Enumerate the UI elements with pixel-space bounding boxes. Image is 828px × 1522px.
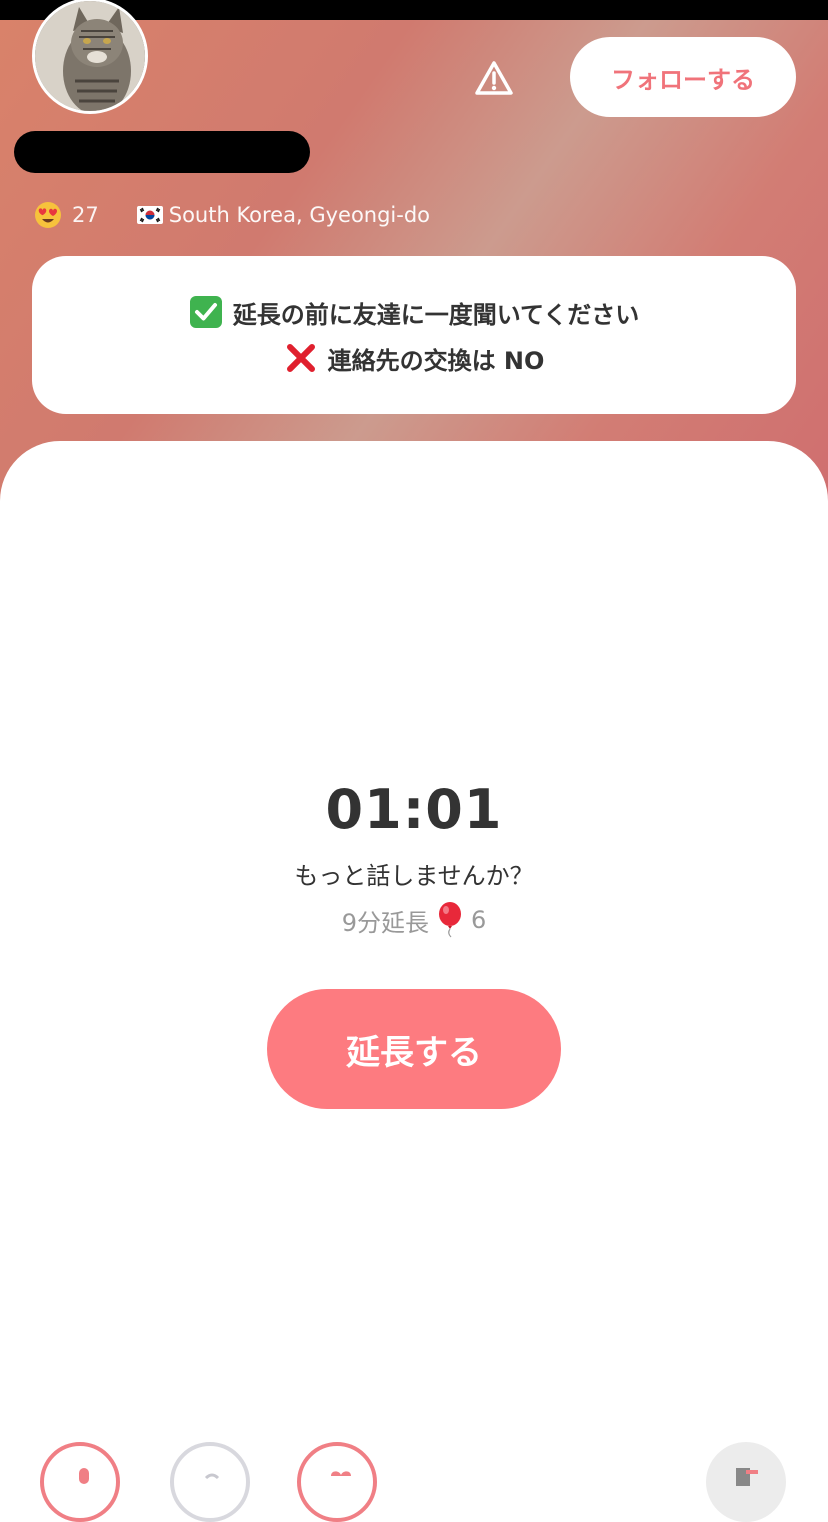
report-button[interactable] xyxy=(470,54,518,102)
microphone-icon xyxy=(79,1468,89,1484)
cross-mark-icon xyxy=(286,344,315,372)
speaker-button[interactable] xyxy=(170,1442,250,1522)
rule-text-2: 連絡先の交換は NO xyxy=(327,346,545,375)
warning-icon xyxy=(475,61,513,95)
speaker-icon xyxy=(204,1473,220,1480)
balloon-icon xyxy=(439,902,461,938)
rule-ask-friend: 延長の前に友達に一度聞いてください xyxy=(189,289,640,335)
rule-no-contact-exchange: 連絡先の交換は NO xyxy=(284,335,545,381)
profile-stats: 27 South Korea, Gyeongi-do xyxy=(34,200,430,230)
cat-photo-icon xyxy=(35,1,145,111)
extend-prompt: もっと話しませんか？ xyxy=(294,862,534,890)
extend-cost-amount: 6 xyxy=(471,906,487,934)
location-text: South Korea, Gyeongi-do xyxy=(168,203,431,227)
check-mark-icon xyxy=(189,296,222,328)
rules-card: 延長の前に友達に一度聞いてください 連絡先の交換は NO xyxy=(32,256,796,414)
mute-button[interactable] xyxy=(40,1442,120,1522)
avatar[interactable] xyxy=(32,0,148,114)
follow-button[interactable]: フォローする xyxy=(570,37,796,117)
heart-icon xyxy=(331,1471,351,1476)
username-redacted xyxy=(14,131,310,173)
rule-text-1: 延長の前に友達に一度聞いてください xyxy=(232,300,640,329)
call-timer: 01:01 xyxy=(325,778,503,841)
call-panel xyxy=(0,441,828,1472)
extend-button[interactable]: 延長する xyxy=(267,989,561,1109)
heart-eyes-emoji-icon xyxy=(35,202,61,228)
end-call-button[interactable] xyxy=(706,1442,786,1522)
extend-duration: 9分延長 xyxy=(341,908,429,937)
exit-icon xyxy=(736,1468,758,1486)
likes-count: 27 xyxy=(72,203,99,227)
south-korea-flag-icon xyxy=(136,206,163,224)
extend-cost: 9分延長 6 xyxy=(0,902,828,938)
like-button[interactable] xyxy=(297,1442,377,1522)
